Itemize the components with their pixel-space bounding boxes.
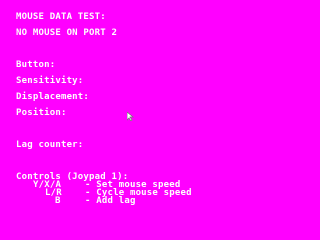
mouse-pointer-icon [127, 112, 135, 121]
lag-counter-label: Lag counter: [16, 140, 84, 150]
button-label: Button: [16, 60, 56, 70]
screen-title: MOUSE DATA TEST: [16, 12, 106, 22]
control-keys: B [55, 196, 61, 206]
port-status: NO MOUSE ON PORT 2 [16, 28, 118, 38]
sensitivity-label: Sensitivity: [16, 76, 84, 86]
displacement-label: Displacement: [16, 92, 90, 102]
position-label: Position: [16, 108, 67, 118]
control-action: - Add lag [85, 196, 136, 206]
mouse-data-test-screen: MOUSE DATA TEST: NO MOUSE ON PORT 2 Butt… [0, 0, 256, 224]
